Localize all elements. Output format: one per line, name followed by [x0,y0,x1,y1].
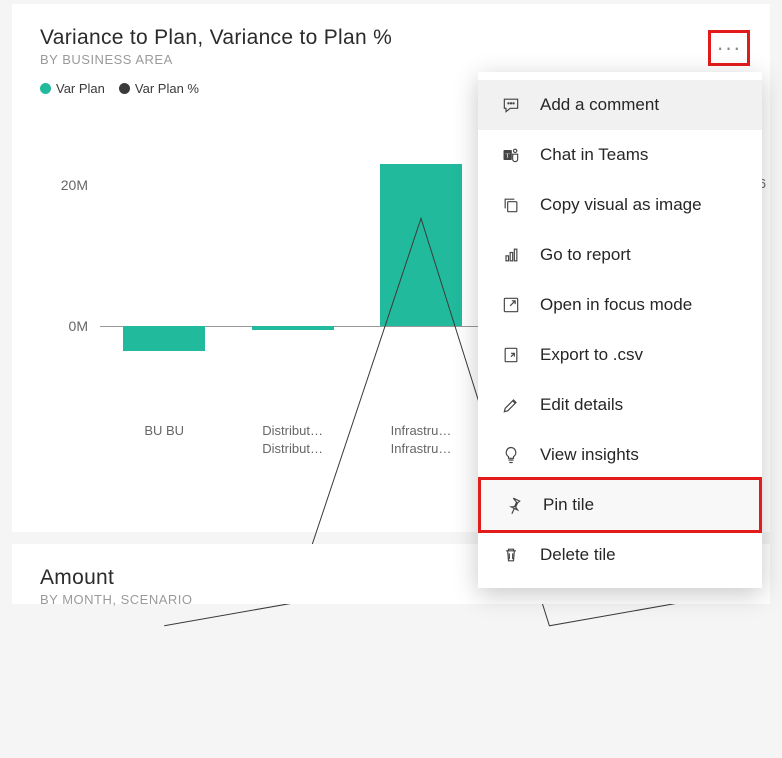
menu-item-export[interactable]: Export to .csv [478,330,762,380]
legend-item-var-plan-pct[interactable]: Var Plan % [119,81,199,96]
menu-item-label: Edit details [540,395,623,415]
svg-text:T: T [506,153,510,160]
menu-item-label: Open in focus mode [540,295,692,315]
legend-swatch [40,83,51,94]
menu-item-label: Delete tile [540,545,616,565]
copy-icon [500,194,522,216]
y-tick: 20M [34,177,88,193]
legend-swatch [119,83,130,94]
menu-item-label: Add a comment [540,95,659,115]
edit-icon [500,394,522,416]
menu-item-edit[interactable]: Edit details [478,380,762,430]
menu-item-label: Chat in Teams [540,145,648,165]
menu-item-label: Copy visual as image [540,195,702,215]
menu-item-label: Go to report [540,245,631,265]
x-tick-label: BU BU [100,416,228,476]
more-options-button[interactable]: ··· [708,30,750,66]
focus-icon [500,294,522,316]
delete-icon [500,544,522,566]
report-icon [500,244,522,266]
menu-item-report[interactable]: Go to report [478,230,762,280]
chart-subtitle: BY BUSINESS AREA [40,52,742,67]
x-tick-label: Distribut…Distribut… [228,416,356,476]
ellipsis-icon: ··· [717,35,742,61]
y-tick: 0M [34,318,88,334]
menu-item-insights[interactable]: View insights [478,430,762,480]
comment-icon [500,94,522,116]
menu-item-copy[interactable]: Copy visual as image [478,180,762,230]
export-icon [500,344,522,366]
pin-icon [503,494,525,516]
context-menu: Add a comment T Chat in Teams Copy visual a… [478,72,762,588]
menu-item-pin[interactable]: Pin tile [478,477,762,533]
menu-item-label: Export to .csv [540,345,643,365]
insights-icon [500,444,522,466]
y-axis: 20M 0M [34,116,94,416]
x-tick-label: Infrastru…Infrastru… [357,416,485,476]
teams-icon: T [500,144,522,166]
menu-item-teams[interactable]: T Chat in Teams [478,130,762,180]
menu-item-focus[interactable]: Open in focus mode [478,280,762,330]
legend-item-var-plan[interactable]: Var Plan [40,81,105,96]
menu-item-comment[interactable]: Add a comment [478,80,762,130]
legend-label: Var Plan % [135,81,199,96]
menu-item-label: View insights [540,445,639,465]
chart-subtitle: BY MONTH, SCENARIO [40,592,742,607]
menu-item-label: Pin tile [543,495,594,515]
menu-item-delete[interactable]: Delete tile [478,530,762,580]
legend-label: Var Plan [56,81,105,96]
chart-title: Variance to Plan, Variance to Plan % [40,26,742,50]
